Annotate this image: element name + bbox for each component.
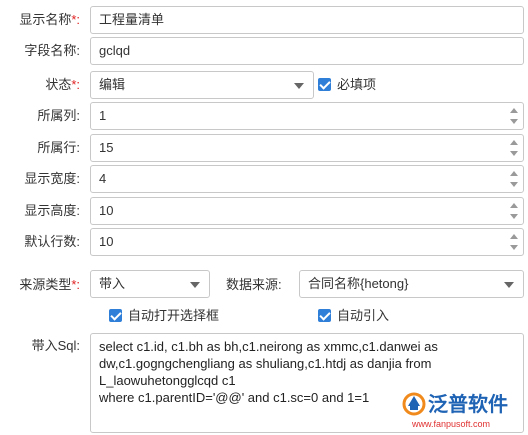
required-checkbox[interactable] xyxy=(318,78,331,91)
required-mark: *: xyxy=(71,12,80,27)
display-width-label: 显示宽度: xyxy=(24,171,80,186)
display-height-input[interactable]: 10 xyxy=(90,197,524,225)
source-type-label: 来源类型*: xyxy=(19,277,80,292)
data-source-label: 数据来源: xyxy=(226,277,282,292)
default-rows-input[interactable]: 10 xyxy=(90,228,524,256)
data-source-select[interactable]: 合同名称{hetong} xyxy=(299,270,524,298)
stepper-icon[interactable] xyxy=(509,138,519,158)
stepper-icon[interactable] xyxy=(509,201,519,221)
sql-line: select c1.id, c1.bh as bh,c1.neirong as … xyxy=(99,339,438,354)
chevron-down-icon xyxy=(190,282,200,288)
required-mark: *: xyxy=(71,77,80,92)
chevron-down-icon xyxy=(294,83,304,89)
row-value: 15 xyxy=(99,140,114,155)
source-type-select[interactable]: 带入 xyxy=(90,270,210,298)
import-sql-label: 带入Sql: xyxy=(31,338,80,353)
stepper-icon[interactable] xyxy=(509,106,519,126)
display-width-input[interactable]: 4 xyxy=(90,165,524,193)
fanpusoft-watermark-logo: 泛普软件 www.fanpusoft.com xyxy=(400,384,524,432)
display-width-value: 4 xyxy=(99,171,107,186)
logo-url-text: www.fanpusoft.com xyxy=(411,419,490,429)
auto-open-checkbox-label: 自动打开选择框 xyxy=(128,308,220,323)
data-source-value: 合同名称{hetong} xyxy=(308,276,409,291)
source-type-value: 带入 xyxy=(99,276,126,291)
required-checkbox-label: 必填项 xyxy=(337,77,377,92)
status-select-value: 编辑 xyxy=(99,77,126,92)
display-height-value: 10 xyxy=(99,203,114,218)
column-label: 所属列: xyxy=(37,108,80,123)
auto-import-checkbox[interactable] xyxy=(318,309,331,322)
stepper-icon[interactable] xyxy=(509,232,519,252)
display-height-label: 显示高度: xyxy=(24,203,80,218)
auto-import-checkbox-label: 自动引入 xyxy=(337,308,390,323)
status-label: 状态*: xyxy=(45,77,80,92)
stepper-icon[interactable] xyxy=(509,169,519,189)
status-select[interactable]: 编辑 xyxy=(90,71,314,99)
fanpu-logo-icon: 泛普软件 www.fanpusoft.com xyxy=(402,392,508,429)
column-number-input[interactable]: 1 xyxy=(90,102,524,130)
field-name-input[interactable]: gclqd xyxy=(90,37,524,65)
column-value: 1 xyxy=(99,108,107,123)
auto-open-checkbox[interactable] xyxy=(109,309,122,322)
display-name-input[interactable]: 工程量清单 xyxy=(90,6,524,34)
default-rows-label: 默认行数: xyxy=(24,234,80,249)
sql-line: dw,c1.gogngchengliang as shuliang,c1.htd… xyxy=(99,356,432,371)
field-name-label: 字段名称: xyxy=(24,43,80,58)
row-label: 所属行: xyxy=(37,140,80,155)
default-rows-value: 10 xyxy=(99,234,114,249)
row-number-input[interactable]: 15 xyxy=(90,134,524,162)
chevron-down-icon xyxy=(504,282,514,288)
required-mark: *: xyxy=(71,277,80,292)
display-name-label: 显示名称*: xyxy=(19,12,80,27)
logo-brand-text: 泛普软件 xyxy=(428,392,508,416)
